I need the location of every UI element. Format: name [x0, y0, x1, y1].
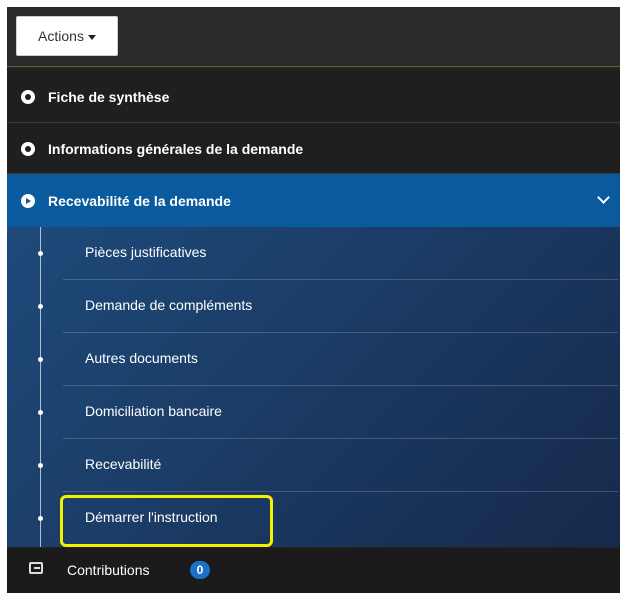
side-panel: Actions Fiche de synthèse Informations g… [7, 7, 620, 593]
actions-label: Actions [38, 28, 84, 44]
tree-dot [38, 357, 43, 362]
circle-dot-icon [21, 89, 35, 104]
tree-dot [38, 251, 43, 256]
actions-button[interactable]: Actions [16, 16, 118, 56]
section-informations-generales[interactable]: Informations générales de la demande [7, 124, 620, 174]
count-badge: 0 [190, 561, 210, 579]
submenu-label: Pièces justificatives [85, 244, 207, 260]
submenu-label: Démarrer l'instruction [85, 509, 218, 525]
caret-down-icon [87, 34, 96, 40]
submenu-item-demarrer-instruction[interactable]: Démarrer l'instruction [7, 492, 620, 545]
tree-dot [38, 304, 43, 309]
toolbar: Actions [7, 7, 620, 67]
submenu-label: Domiciliation bancaire [85, 403, 222, 419]
tree-dot [38, 516, 43, 521]
submenu-label: Recevabilité [85, 456, 162, 472]
tree-dot [38, 410, 43, 415]
section-label: Recevabilité de la demande [48, 192, 231, 209]
submenu-item-autres-documents[interactable]: Autres documents [7, 333, 620, 386]
comment-icon [29, 562, 43, 574]
submenu-label: Autres documents [85, 350, 198, 366]
submenu-item-domiciliation[interactable]: Domiciliation bancaire [7, 386, 620, 439]
chevron-down-icon[interactable] [597, 191, 610, 204]
section-label: Fiche de synthèse [48, 88, 170, 105]
section-label: Informations générales de la demande [48, 140, 304, 157]
submenu-item-complements[interactable]: Demande de compléments [7, 280, 620, 333]
arrow-circle-icon [21, 193, 35, 208]
submenu: Pièces justificatives Demande de complém… [7, 227, 620, 547]
submenu-item-pieces[interactable]: Pièces justificatives [7, 227, 620, 280]
contributions-bar[interactable]: Contributions 0 [7, 548, 620, 593]
submenu-label: Demande de compléments [85, 297, 253, 313]
submenu-item-recevabilite[interactable]: Recevabilité [7, 439, 620, 492]
circle-dot-icon [21, 141, 35, 156]
tree-dot [38, 463, 43, 468]
contributions-label: Contributions [67, 562, 150, 578]
section-recevabilite[interactable]: Recevabilité de la demande [7, 174, 620, 227]
section-fiche-synthese[interactable]: Fiche de synthèse [7, 71, 620, 123]
